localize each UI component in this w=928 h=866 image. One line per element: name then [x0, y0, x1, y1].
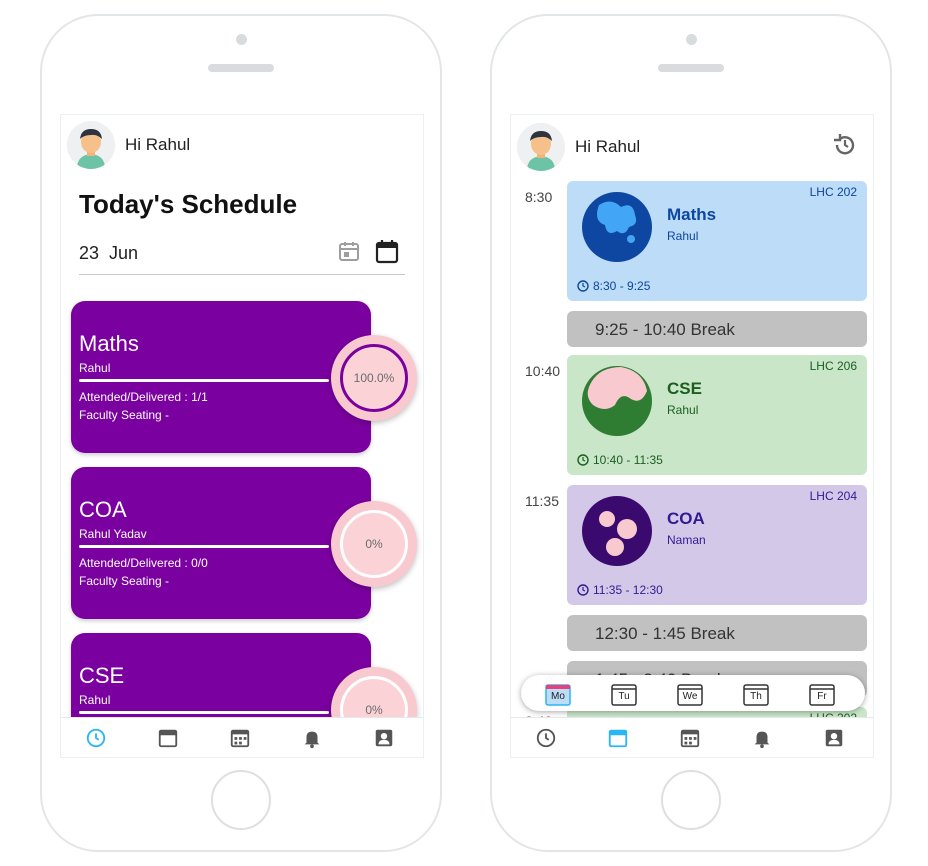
refresh-icon[interactable]	[831, 131, 859, 159]
slot-time-label: 8:30	[525, 189, 553, 205]
card-subject: COA	[79, 497, 127, 522]
ring-progress: 0%	[340, 510, 408, 578]
clock-icon[interactable]	[535, 727, 557, 749]
calendar-icon[interactable]	[157, 727, 179, 749]
day-friday[interactable]: Fr	[809, 682, 835, 706]
today-schedule-screen: Hi Rahul Today's Schedule 23 Jun Maths R…	[60, 114, 424, 758]
attendance-percent: 100.0%	[353, 371, 395, 385]
class-card-coa[interactable]: COA Rahul Yadav Attended/Delivered : 0/0…	[71, 467, 417, 619]
break-text: 12:30 - 1:45 Break	[595, 624, 735, 643]
avatar[interactable]	[67, 121, 115, 169]
clock-icon	[577, 454, 589, 466]
page-title: Today's Schedule	[79, 189, 298, 219]
faculty-name: Rahul	[667, 403, 699, 417]
greeting-text: Hi Rahul	[575, 137, 641, 156]
slot-range: 8:30 - 9:25	[577, 279, 650, 293]
contact-icon[interactable]	[823, 727, 845, 749]
slot-range-text: 11:35 - 12:30	[593, 583, 663, 597]
app-header: Hi Rahul	[511, 115, 873, 173]
front-camera	[235, 34, 247, 45]
home-button[interactable]	[661, 770, 721, 830]
slot-range-text: 8:30 - 9:25	[593, 279, 651, 293]
clock-icon	[577, 584, 589, 596]
card-seating: Faculty Seating -	[79, 574, 170, 588]
card-subject: CSE	[79, 663, 125, 688]
card-subject: Maths	[79, 331, 139, 356]
clock-icon[interactable]	[85, 727, 107, 749]
speaker-grill	[658, 64, 724, 72]
attendance-percent: 0%	[365, 537, 383, 551]
card-seating: Faculty Seating -	[79, 408, 170, 422]
faculty-name: Naman	[667, 533, 706, 547]
slot-maths[interactable]: LHC 202 Maths Rahul 8:30 - 9:25	[567, 181, 867, 301]
card-divider	[79, 545, 329, 548]
calendar-grid-icon[interactable]	[229, 727, 251, 749]
slot-cse[interactable]: LHC 206 CSE Rahul 10:40 - 11:35	[567, 355, 867, 475]
date-day: 23	[79, 243, 100, 263]
day-label: Th	[750, 691, 762, 702]
faculty-name: Rahul	[667, 229, 699, 243]
contact-icon[interactable]	[373, 727, 395, 749]
bell-icon[interactable]	[301, 727, 323, 749]
front-camera	[685, 34, 697, 45]
subject-blob-icon	[582, 366, 652, 436]
day-monday[interactable]: Mo	[545, 682, 571, 706]
app-header: Hi Rahul	[61, 115, 423, 173]
slot-time-label: 10:40	[525, 363, 561, 379]
slot-range-text: 10:40 - 11:35	[593, 453, 663, 467]
card-divider	[79, 711, 329, 714]
subject-blob-icon	[582, 496, 652, 566]
day-label: Tu	[618, 691, 630, 702]
day-wednesday[interactable]: We	[677, 682, 703, 706]
slot-time-label: 11:35	[525, 493, 559, 509]
bell-icon[interactable]	[751, 727, 773, 749]
room-label: LHC 202	[809, 185, 857, 199]
card-faculty: Rahul Yadav	[79, 527, 147, 541]
slot-range: 11:35 - 12:30	[577, 583, 663, 597]
attendance-ring: 0%	[331, 501, 417, 587]
room-label: LHC 206	[809, 359, 857, 373]
card-attendance: Attended/Delivered : 0/0	[79, 556, 208, 570]
card-attendance: Attended/Delivered : 1/1	[79, 390, 208, 404]
card-faculty: Rahul	[79, 693, 111, 707]
day-label: We	[682, 691, 698, 702]
slot-coa[interactable]: LHC 204 COA Naman 11:35 - 12:30	[567, 485, 867, 605]
day-selector: Mo Tu We Th Fr	[521, 675, 865, 711]
bottom-nav	[511, 717, 873, 757]
phone-frame-right: Hi Rahul 8:30 LHC 202 Maths Rahul 8:30 -…	[490, 14, 892, 852]
speaker-grill	[208, 64, 274, 72]
day-tuesday[interactable]: Tu	[611, 682, 637, 706]
avatar[interactable]	[517, 123, 565, 171]
clock-icon	[577, 280, 589, 292]
class-card-maths[interactable]: Maths Rahul Attended/Delivered : 1/1 Fac…	[71, 301, 417, 453]
calendar-day-icon[interactable]	[337, 239, 361, 263]
day-label: Fr	[817, 691, 827, 702]
date-month: Jun	[109, 243, 139, 263]
card-faculty: Rahul	[79, 361, 111, 375]
day-thursday[interactable]: Th	[743, 682, 769, 706]
calendar-icon[interactable]	[607, 727, 629, 749]
attendance-ring: 100.0%	[331, 335, 417, 421]
attendance-percent: 0%	[365, 703, 383, 717]
day-label: Mo	[551, 691, 565, 702]
break-slot: 9:25 - 10:40 Break	[567, 311, 867, 347]
slot-range: 10:40 - 11:35	[577, 453, 663, 467]
break-slot: 12:30 - 1:45 Break	[567, 615, 867, 651]
subject-blob-icon	[582, 192, 652, 262]
subject-name: CSE	[667, 379, 702, 398]
greeting-text: Hi Rahul	[125, 135, 191, 154]
home-button[interactable]	[211, 770, 271, 830]
phone-frame-left: Hi Rahul Today's Schedule 23 Jun Maths R…	[40, 14, 442, 852]
subject-name: COA	[667, 509, 705, 528]
calendar-icon[interactable]	[375, 238, 399, 264]
room-label: LHC 204	[809, 489, 857, 503]
calendar-grid-icon[interactable]	[679, 727, 701, 749]
date-row: 23 Jun	[79, 238, 405, 275]
subject-name: Maths	[667, 205, 717, 224]
card-divider	[79, 379, 329, 382]
ring-progress: 100.0%	[340, 344, 408, 412]
break-text: 9:25 - 10:40 Break	[595, 320, 735, 339]
bottom-nav	[61, 717, 423, 757]
timetable-screen: Hi Rahul 8:30 LHC 202 Maths Rahul 8:30 -…	[510, 114, 874, 758]
